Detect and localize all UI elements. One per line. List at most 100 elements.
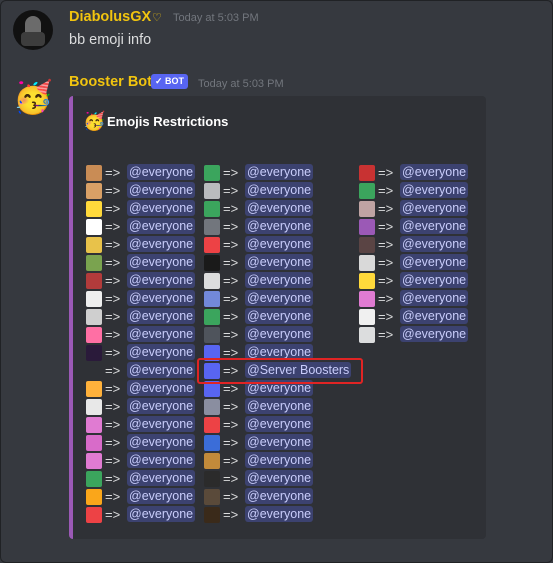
- mention-everyone[interactable]: @everyone: [127, 506, 196, 522]
- mention-everyone[interactable]: @everyone: [127, 218, 196, 234]
- mention-everyone[interactable]: @everyone: [127, 488, 196, 504]
- custom-emoji-icon[interactable]: [204, 417, 220, 433]
- mention-everyone[interactable]: @everyone: [127, 200, 196, 216]
- message-timestamp: Today at 5:03 PM: [173, 12, 259, 24]
- mention-everyone[interactable]: @everyone: [245, 290, 314, 306]
- mention-everyone[interactable]: @everyone: [245, 488, 314, 504]
- mention-everyone[interactable]: @everyone: [400, 254, 469, 270]
- mention-everyone[interactable]: @everyone: [245, 398, 314, 414]
- custom-emoji-icon[interactable]: [204, 291, 220, 307]
- custom-emoji-icon[interactable]: [204, 273, 220, 289]
- custom-emoji-icon[interactable]: [204, 507, 220, 523]
- custom-emoji-icon[interactable]: [359, 255, 375, 271]
- mention-everyone[interactable]: @everyone: [245, 182, 314, 198]
- mention-everyone[interactable]: @everyone: [245, 416, 314, 432]
- mention-everyone[interactable]: @everyone: [245, 470, 314, 486]
- custom-emoji-icon[interactable]: [359, 237, 375, 253]
- custom-emoji-icon[interactable]: [86, 381, 102, 397]
- custom-emoji-icon[interactable]: [204, 309, 220, 325]
- custom-emoji-icon[interactable]: [86, 399, 102, 415]
- mention-everyone[interactable]: @everyone: [245, 218, 314, 234]
- mention-everyone[interactable]: @everyone: [400, 182, 469, 198]
- arrow-text: =>: [223, 507, 239, 522]
- mention-everyone[interactable]: @everyone: [127, 272, 196, 288]
- custom-emoji-icon[interactable]: [204, 435, 220, 451]
- mention-everyone[interactable]: @everyone: [245, 254, 314, 270]
- custom-emoji-icon[interactable]: [359, 327, 375, 343]
- custom-emoji-icon[interactable]: [204, 255, 220, 271]
- custom-emoji-icon[interactable]: [86, 237, 102, 253]
- mention-everyone[interactable]: @everyone: [127, 452, 196, 468]
- custom-emoji-icon[interactable]: [86, 165, 102, 181]
- mention-everyone[interactable]: @everyone: [245, 452, 314, 468]
- mention-everyone[interactable]: @everyone: [245, 326, 314, 342]
- mention-everyone[interactable]: @everyone: [127, 182, 196, 198]
- mention-everyone[interactable]: @everyone: [400, 326, 469, 342]
- mention-everyone[interactable]: @everyone: [400, 308, 469, 324]
- mention-everyone[interactable]: @everyone: [127, 416, 196, 432]
- mention-everyone[interactable]: @everyone: [127, 326, 196, 342]
- custom-emoji-icon[interactable]: [86, 291, 102, 307]
- mention-everyone[interactable]: @everyone: [400, 290, 469, 306]
- custom-emoji-icon[interactable]: [86, 435, 102, 451]
- custom-emoji-icon[interactable]: [86, 273, 102, 289]
- custom-emoji-icon[interactable]: [204, 237, 220, 253]
- custom-emoji-icon[interactable]: [359, 201, 375, 217]
- mention-everyone[interactable]: @everyone: [245, 200, 314, 216]
- custom-emoji-icon[interactable]: [204, 201, 220, 217]
- avatar-diabolusgx[interactable]: [13, 10, 53, 50]
- custom-emoji-icon[interactable]: [204, 219, 220, 235]
- mention-everyone[interactable]: @everyone: [245, 164, 314, 180]
- mention-everyone[interactable]: @everyone: [127, 362, 196, 378]
- mention-everyone[interactable]: @everyone: [245, 434, 314, 450]
- custom-emoji-icon[interactable]: [359, 165, 375, 181]
- custom-emoji-icon[interactable]: [204, 471, 220, 487]
- mention-everyone[interactable]: @everyone: [127, 344, 196, 360]
- custom-emoji-icon[interactable]: [86, 417, 102, 433]
- mention-everyone[interactable]: @everyone: [245, 308, 314, 324]
- mention-everyone[interactable]: @everyone: [127, 164, 196, 180]
- mention-everyone[interactable]: @everyone: [400, 200, 469, 216]
- custom-emoji-icon[interactable]: [86, 201, 102, 217]
- partying-face-icon[interactable]: 🥳: [13, 77, 53, 117]
- mention-everyone[interactable]: @everyone: [245, 272, 314, 288]
- custom-emoji-icon[interactable]: [204, 327, 220, 343]
- custom-emoji-icon[interactable]: [86, 219, 102, 235]
- mention-everyone[interactable]: @everyone: [127, 470, 196, 486]
- custom-emoji-icon[interactable]: [204, 489, 220, 505]
- mention-everyone[interactable]: @everyone: [127, 308, 196, 324]
- arrow-text: =>: [105, 399, 121, 414]
- mention-everyone[interactable]: @everyone: [400, 236, 469, 252]
- custom-emoji-icon[interactable]: [86, 345, 102, 361]
- custom-emoji-icon[interactable]: [204, 399, 220, 415]
- mention-everyone[interactable]: @everyone: [245, 506, 314, 522]
- mention-everyone[interactable]: @everyone: [245, 236, 314, 252]
- custom-emoji-icon[interactable]: [359, 273, 375, 289]
- custom-emoji-icon[interactable]: [359, 309, 375, 325]
- custom-emoji-icon[interactable]: [204, 165, 220, 181]
- mention-everyone[interactable]: @everyone: [127, 290, 196, 306]
- mention-everyone[interactable]: @everyone: [127, 236, 196, 252]
- mention-everyone[interactable]: @everyone: [127, 434, 196, 450]
- custom-emoji-icon[interactable]: [86, 507, 102, 523]
- custom-emoji-icon[interactable]: [86, 255, 102, 271]
- mention-everyone[interactable]: @everyone: [127, 380, 196, 396]
- custom-emoji-icon[interactable]: [204, 453, 220, 469]
- mention-everyone[interactable]: @everyone: [400, 272, 469, 288]
- mention-everyone[interactable]: @everyone: [400, 164, 469, 180]
- username-booster-bot[interactable]: Booster Bot: [69, 74, 152, 90]
- custom-emoji-icon[interactable]: [204, 183, 220, 199]
- mention-everyone[interactable]: @everyone: [127, 398, 196, 414]
- custom-emoji-icon[interactable]: [86, 471, 102, 487]
- custom-emoji-icon[interactable]: [86, 453, 102, 469]
- mention-everyone[interactable]: @everyone: [127, 254, 196, 270]
- custom-emoji-icon[interactable]: [86, 489, 102, 505]
- custom-emoji-icon[interactable]: [359, 291, 375, 307]
- username-diabolusgx[interactable]: DiabolusGX: [69, 9, 151, 25]
- custom-emoji-icon[interactable]: [359, 183, 375, 199]
- custom-emoji-icon[interactable]: [359, 219, 375, 235]
- mention-everyone[interactable]: @everyone: [400, 218, 469, 234]
- custom-emoji-icon[interactable]: [86, 327, 102, 343]
- custom-emoji-icon[interactable]: [86, 183, 102, 199]
- custom-emoji-icon[interactable]: [86, 309, 102, 325]
